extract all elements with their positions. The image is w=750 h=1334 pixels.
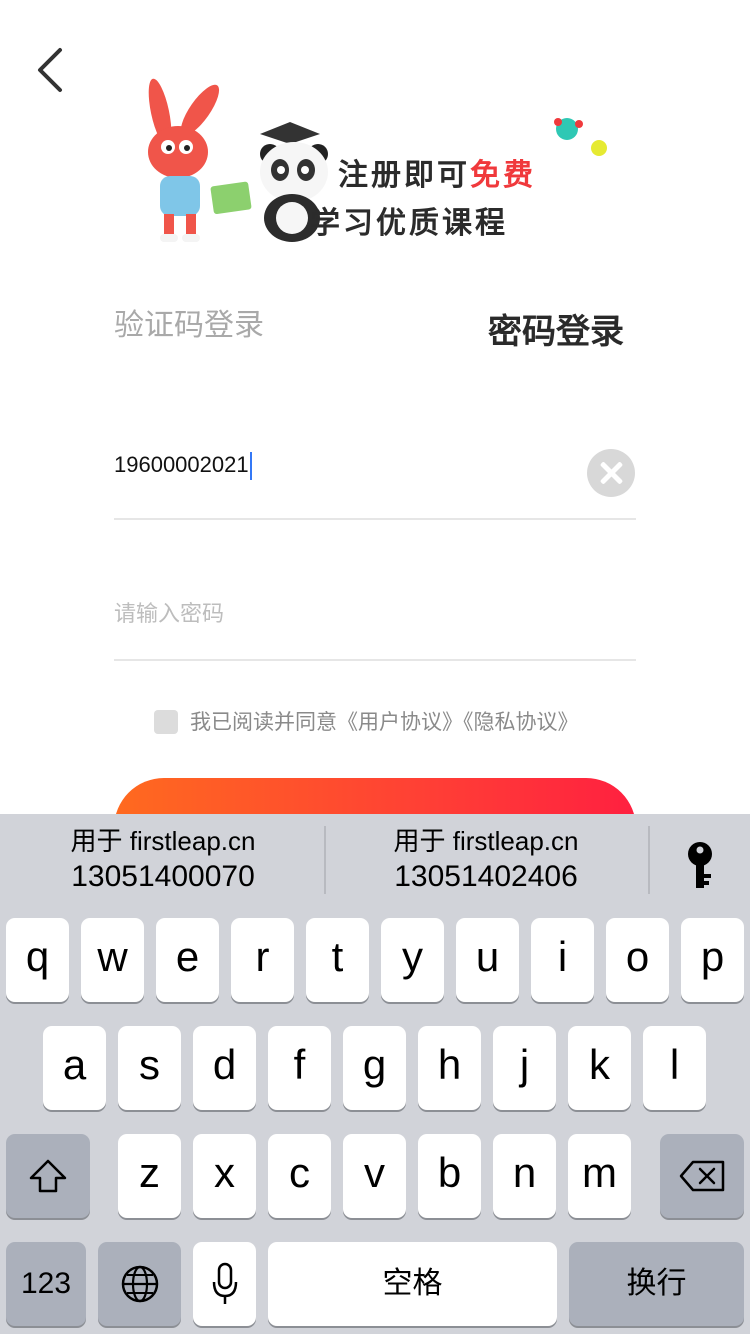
key-x[interactable]: x (193, 1134, 256, 1218)
clear-input-icon[interactable] (587, 449, 635, 497)
ios-keyboard: 用于 firstleap.cn 13051400070 用于 firstleap… (0, 814, 750, 1334)
key-k[interactable]: k (568, 1026, 631, 1110)
password-suggestion-2[interactable]: 用于 firstleap.cn 13051402406 (326, 824, 646, 896)
globe-icon (121, 1265, 158, 1303)
microphone-icon (212, 1262, 237, 1304)
banner-headline: 注册即可免费 (338, 150, 536, 194)
key-z[interactable]: z (118, 1134, 181, 1218)
password-suggestion-bar: 用于 firstleap.cn 13051400070 用于 firstleap… (0, 814, 750, 904)
space-key[interactable]: 空格 (268, 1242, 557, 1326)
key-v[interactable]: v (343, 1134, 406, 1218)
key-o[interactable]: o (606, 918, 669, 1002)
key-m[interactable]: m (568, 1134, 631, 1218)
back-button[interactable] (30, 44, 74, 96)
key-icon[interactable] (680, 840, 720, 892)
suggestion-site: 用于 firstleap.cn (70, 826, 256, 856)
key-d[interactable]: d (193, 1026, 256, 1110)
password-suggestion-1[interactable]: 用于 firstleap.cn 13051400070 (3, 824, 323, 896)
key-c[interactable]: c (268, 1134, 331, 1218)
tab-sms-login[interactable]: 验证码登录 (114, 300, 264, 344)
banner-line1-a: 注册即可 (338, 158, 470, 193)
phone-input[interactable]: 19600002021 (114, 452, 584, 481)
phone-underline (114, 518, 636, 520)
banner-line1-highlight: 免费 (470, 158, 536, 193)
suggestion-account: 13051402406 (394, 860, 578, 893)
key-n[interactable]: n (493, 1134, 556, 1218)
numbers-key[interactable]: 123 (6, 1242, 86, 1326)
key-i[interactable]: i (531, 918, 594, 1002)
key-t[interactable]: t (306, 918, 369, 1002)
banner-subline: 学习优质课程 (310, 206, 508, 241)
key-w[interactable]: w (81, 918, 144, 1002)
chevron-left-icon (38, 48, 62, 92)
password-input[interactable]: 请输入密码 (114, 596, 224, 628)
backspace-icon (679, 1160, 725, 1192)
key-h[interactable]: h (418, 1026, 481, 1110)
key-s[interactable]: s (118, 1026, 181, 1110)
globe-key[interactable] (98, 1242, 181, 1326)
key-b[interactable]: b (418, 1134, 481, 1218)
rabbit-mascot-icon (148, 78, 220, 242)
key-u[interactable]: u (456, 918, 519, 1002)
phone-value: 19600002021 (114, 452, 249, 477)
key-j[interactable]: j (493, 1026, 556, 1110)
key-p[interactable]: p (681, 918, 744, 1002)
dictation-key[interactable] (193, 1242, 256, 1326)
key-l[interactable]: l (643, 1026, 706, 1110)
shift-key[interactable] (6, 1134, 90, 1218)
shift-icon (29, 1159, 67, 1193)
suggestion-account: 13051400070 (71, 860, 255, 893)
delete-key[interactable] (660, 1134, 744, 1218)
key-a[interactable]: a (43, 1026, 106, 1110)
agreement-text[interactable]: 我已阅读并同意《用户协议》《隐私协议》 (190, 706, 579, 736)
suggestion-divider (648, 826, 650, 894)
key-g[interactable]: g (343, 1026, 406, 1110)
key-y[interactable]: y (381, 918, 444, 1002)
key-r[interactable]: r (231, 918, 294, 1002)
suggestion-site: 用于 firstleap.cn (393, 826, 579, 856)
key-f[interactable]: f (268, 1026, 331, 1110)
agreement-checkbox[interactable] (154, 710, 178, 734)
key-e[interactable]: e (156, 918, 219, 1002)
key-q[interactable]: q (6, 918, 69, 1002)
password-underline (114, 659, 636, 661)
text-cursor (249, 452, 252, 481)
return-key[interactable]: 换行 (569, 1242, 744, 1326)
tab-password-login[interactable]: 密码登录 (488, 304, 624, 353)
